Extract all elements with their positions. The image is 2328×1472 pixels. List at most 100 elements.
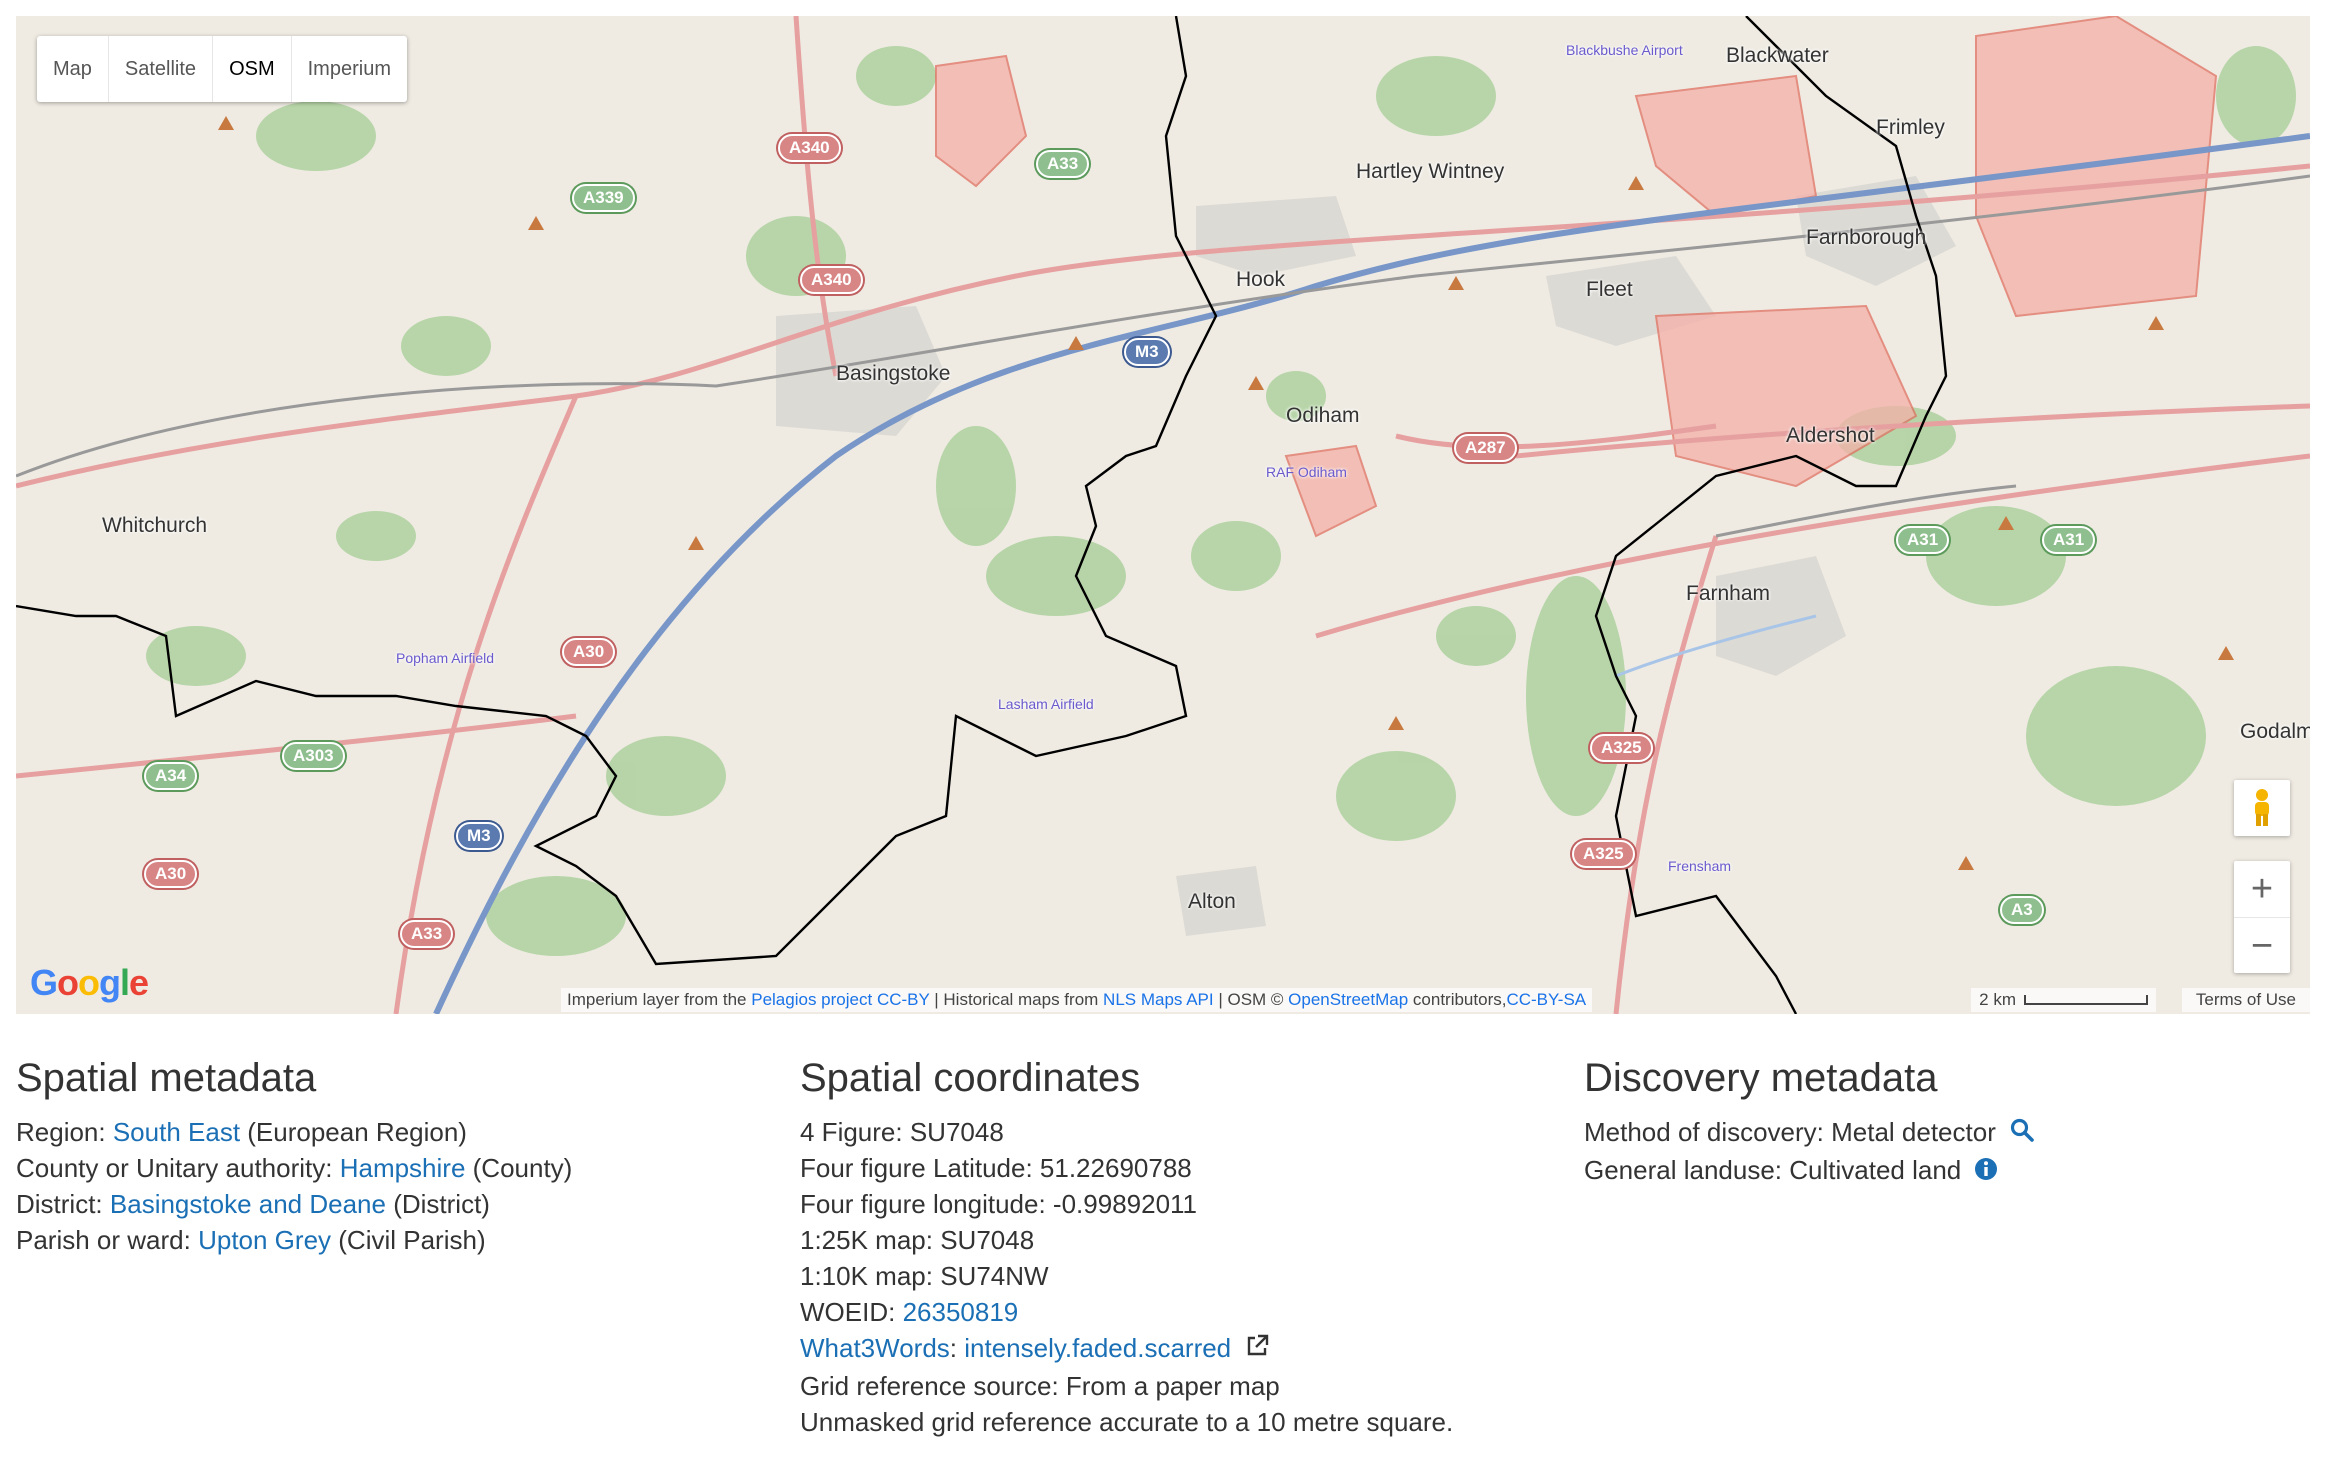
parish-type: (Civil Parish) [331, 1225, 486, 1255]
road-shield: A340 [800, 266, 863, 294]
road-shield: A325 [1572, 840, 1635, 868]
spatial-coordinates-section: Spatial coordinates 4 Figure: SU7048 Fou… [800, 1054, 1453, 1440]
place-label: Hook [1236, 268, 1286, 291]
discovery-metadata-heading: Discovery metadata [1584, 1056, 1938, 1100]
map-type-osm-button[interactable]: OSM [213, 36, 292, 102]
map-type-satellite-button[interactable]: Satellite [109, 36, 214, 102]
spatial-metadata-section: Spatial metadata Region: South East (Eur… [16, 1054, 572, 1258]
attribution-text: | Historical maps from [929, 990, 1104, 1009]
what3words-separator: : [949, 1333, 965, 1363]
district-link[interactable]: Basingstoke and Deane [110, 1189, 386, 1219]
street-view-pegman-icon[interactable] [2234, 780, 2290, 836]
method-row: Method of discovery: Metal detector [1584, 1114, 2035, 1152]
road-shield: A325 [1590, 734, 1653, 762]
place-label: Odiham [1286, 404, 1360, 427]
region-link[interactable]: South East [113, 1117, 240, 1147]
county-label: County or Unitary authority: [16, 1153, 340, 1183]
place-label: Blackbushe Airport [1566, 42, 1683, 58]
place-label: Farnborough [1806, 226, 1927, 249]
road-shield: M3 [456, 822, 502, 850]
google-logo: Google [30, 962, 149, 1003]
district-row: District: Basingstoke and Deane (Distric… [16, 1186, 572, 1222]
place-label: Hartley Wintney [1356, 160, 1505, 183]
ccby-link[interactable]: CC-BY [877, 990, 930, 1009]
what3words-row: What3Words: intensely.faded.scarred [800, 1330, 1453, 1368]
openstreetmap-link[interactable]: OpenStreetMap [1288, 990, 1408, 1009]
place-label: Whitchurch [102, 514, 208, 537]
zoom-in-button[interactable]: + [2234, 861, 2290, 918]
what3words-link[interactable]: What3Words [800, 1333, 950, 1363]
county-link[interactable]: Hampshire [340, 1153, 466, 1183]
zoom-out-button[interactable]: − [2234, 918, 2290, 974]
road-shield: A339 [572, 184, 635, 212]
place-label: RAF Odiham [1266, 464, 1347, 480]
method-text: Method of discovery: Metal detector [1584, 1117, 1996, 1147]
road-shield: M3 [1124, 338, 1170, 366]
spatial-metadata-heading: Spatial metadata [16, 1056, 317, 1100]
road-shield: A31 [2042, 526, 2096, 554]
pelagios-link[interactable]: Pelagios project [751, 990, 872, 1009]
road-shield: A31 [1896, 526, 1950, 554]
road-shield: A33 [400, 920, 454, 948]
zoom-control: + − [2234, 861, 2290, 973]
parish-label: Parish or ward: [16, 1225, 199, 1255]
map-type-map-button[interactable]: Map [37, 36, 109, 102]
map-attribution: Imperium layer from the Pelagios project… [561, 988, 1593, 1012]
unmasked-row: Unmasked grid reference accurate to a 10… [800, 1407, 1454, 1438]
place-label: Aldershot [1786, 424, 1875, 447]
search-icon[interactable] [2009, 1116, 2035, 1152]
woeid-row: WOEID: 26350819 [800, 1294, 1453, 1330]
county-type: (County) [465, 1153, 573, 1183]
place-label: Lasham Airfield [998, 696, 1094, 712]
road-shield: A3 [2000, 896, 2044, 924]
map-10k-row: 1:10K map: SU74NW [800, 1261, 1049, 1291]
region-label: Region: [16, 1117, 113, 1147]
terms-of-use-link[interactable]: Terms of Use [2181, 988, 2310, 1012]
map-container[interactable]: Blackwater Frimley Blackbushe Airport Ha… [16, 16, 2310, 1014]
map-type-imperium-button[interactable]: Imperium [292, 36, 407, 102]
region-row: Region: South East (European Region) [16, 1114, 572, 1150]
region-type: (European Region) [240, 1117, 467, 1147]
longitude-row: Four figure longitude: -0.99892011 [800, 1189, 1198, 1219]
county-row: County or Unitary authority: Hampshire (… [16, 1150, 572, 1186]
map-scale[interactable]: 2 km [1971, 988, 2156, 1012]
discovery-metadata-section: Discovery metadata Method of discovery: … [1584, 1054, 2035, 1190]
road-shield: A340 [778, 134, 841, 162]
parish-link[interactable]: Upton Grey [198, 1225, 331, 1255]
road-shield: A303 [282, 742, 345, 770]
info-icon[interactable] [1974, 1154, 1998, 1190]
nls-link[interactable]: NLS Maps API [1103, 990, 1214, 1009]
scale-label: 2 km [1979, 990, 2016, 1009]
landuse-row: General landuse: Cultivated land [1584, 1152, 2035, 1190]
map-tiles[interactable] [16, 16, 2310, 1014]
attribution-text: | OSM © [1213, 990, 1289, 1009]
place-label: Alton [1188, 890, 1236, 913]
woeid-label: WOEID: [800, 1297, 903, 1327]
road-shield: A287 [1454, 434, 1517, 462]
road-shield: A30 [144, 860, 198, 888]
place-label: Godalmin [2240, 720, 2310, 743]
place-label: Fleet [1586, 278, 1633, 301]
external-link-icon[interactable] [1244, 1332, 1270, 1368]
latitude-row: Four figure Latitude: 51.22690788 [800, 1153, 1192, 1183]
map-25k-row: 1:25K map: SU7048 [800, 1225, 1035, 1255]
scale-line [2024, 995, 2148, 1005]
parish-row: Parish or ward: Upton Grey (Civil Parish… [16, 1222, 572, 1258]
place-label: Popham Airfield [396, 650, 495, 666]
landuse-text: General landuse: Cultivated land [1584, 1155, 1962, 1186]
four-figure-row: 4 Figure: SU7048 [800, 1117, 1004, 1147]
district-type: (District) [385, 1189, 490, 1219]
what3words-value-link[interactable]: intensely.faded.scarred [964, 1333, 1231, 1363]
spatial-coordinates-heading: Spatial coordinates [800, 1056, 1141, 1100]
woeid-link[interactable]: 26350819 [903, 1297, 1019, 1327]
place-label: Frimley [1876, 116, 1945, 139]
place-label: Blackwater [1726, 44, 1829, 67]
place-label: Basingstoke [836, 362, 951, 385]
ccbysa-link[interactable]: CC-BY-SA [1506, 990, 1586, 1009]
attribution-text: Imperium layer from the [567, 990, 752, 1009]
place-label: Frensham [1668, 858, 1732, 874]
map-type-control: Map Satellite OSM Imperium [37, 36, 407, 102]
road-shield: A33 [1036, 150, 1090, 178]
road-shield: A30 [562, 638, 616, 666]
grid-source-row: Grid reference source: From a paper map [800, 1371, 1280, 1402]
